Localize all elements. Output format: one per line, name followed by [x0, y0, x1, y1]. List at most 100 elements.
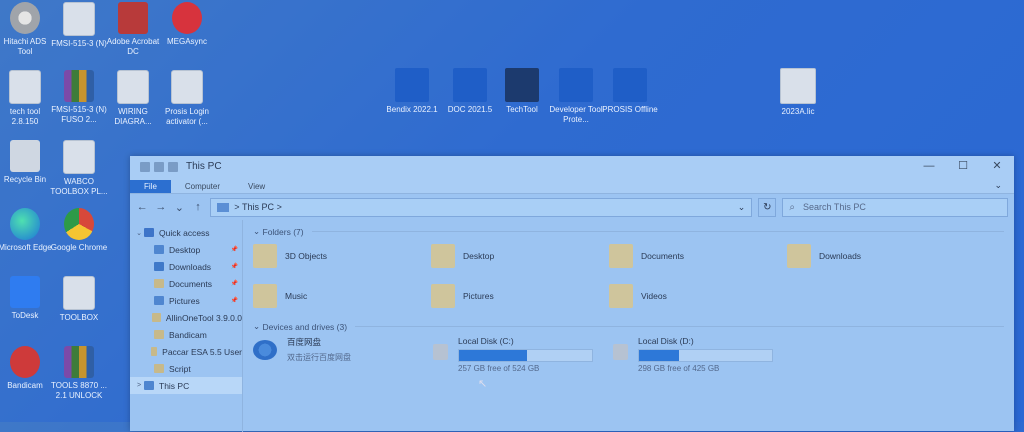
ribbon-expand-icon[interactable]: ⌄ [982, 180, 1014, 193]
folder-item[interactable]: 3D Objects [253, 241, 431, 271]
desktop-icon[interactable]: Hitachi ADS Tool [0, 2, 54, 57]
folder-item[interactable]: Videos [609, 281, 787, 311]
pin-icon: 📌 [230, 247, 238, 253]
desktop-icon[interactable]: PROSIS Offline [602, 68, 658, 115]
hard-drive-icon [433, 344, 448, 360]
minimize-button[interactable]: — [912, 156, 946, 177]
edge-icon [10, 208, 40, 240]
folder-label: Desktop [463, 251, 495, 261]
desktop-icon[interactable]: ToDesk [0, 276, 54, 321]
nav-item-label: Script [169, 363, 191, 374]
drive-name: Local Disk (C:) [458, 336, 514, 346]
drive-name: Local Disk (D:) [638, 336, 694, 346]
nav-item[interactable]: Script [130, 360, 242, 377]
desktop-icon[interactable]: Bendix 2022.1 [384, 68, 440, 115]
desktop-icon[interactable]: Recycle Bin [0, 140, 54, 185]
forward-button[interactable]: → [155, 201, 168, 213]
desktop-icon[interactable]: TechTool [494, 68, 550, 115]
desktop-icon[interactable]: Prosis Login activator (... [158, 70, 216, 127]
desktop-icon[interactable]: MEGAsync [158, 2, 216, 47]
folder-item[interactable]: Downloads [787, 241, 965, 271]
close-button[interactable]: ✕ [980, 156, 1014, 177]
title-bar: This PC — ☐ ✕ [130, 156, 1014, 177]
archive-icon [64, 70, 94, 102]
nav-item[interactable]: Downloads 📌 [130, 258, 242, 275]
refresh-button[interactable]: ↻ [758, 197, 777, 217]
techtool-icon [505, 68, 539, 102]
pin-icon: 📌 [230, 281, 238, 287]
desktop-icon-label: PROSIS Offline [602, 105, 658, 114]
nav-item-label: Documents [169, 278, 212, 289]
desktop-icon[interactable]: FMSI-515-3 (N) [50, 2, 108, 49]
folders-grid: 3D Objects Desktop Documents Downloads Music… [253, 241, 1004, 311]
desktop-icon[interactable]: WABCO TOOLBOX PL... [50, 140, 108, 197]
tab-file[interactable]: File [130, 180, 171, 193]
folder-item[interactable]: Documents [609, 241, 787, 271]
folder-icon [609, 244, 633, 268]
desktop-icon[interactable]: Bandicam [0, 346, 54, 391]
address-bar[interactable]: > This PC > ⌄ [210, 197, 753, 217]
desktop-icon-label: 2023A.lic [781, 107, 815, 116]
bandicam-icon [10, 346, 40, 378]
folder-label: Documents [641, 251, 684, 261]
tab-computer[interactable]: Computer [171, 180, 234, 193]
expand-chevron-icon[interactable]: ⌄ [134, 229, 144, 237]
desktop-icon[interactable]: TOOLS 8870 ... 2.1 UNLOCK [50, 346, 108, 401]
nav-item-label: Desktop [169, 244, 201, 255]
recent-locations-icon[interactable]: ⌄ [173, 201, 186, 214]
up-button[interactable]: ↑ [192, 201, 205, 213]
mouse-cursor-icon: ↖ [478, 378, 488, 390]
file-icon [117, 70, 149, 104]
new-folder-icon[interactable] [168, 161, 178, 172]
drive-item[interactable]: Local Disk (D:) 298 GB free of 425 GB [613, 336, 773, 373]
tab-view[interactable]: View [234, 180, 279, 193]
desktop-icon[interactable]: FMSI-515-3 (N) FUSO 2... [50, 70, 108, 125]
folder-icon [154, 364, 164, 373]
quick-access-toolbar[interactable] [140, 161, 178, 172]
nav-item[interactable]: AllinOneTool 3.9.0.0 [130, 309, 242, 326]
nav-item[interactable]: Desktop 📌 [130, 241, 242, 258]
maximize-button[interactable]: ☐ [946, 156, 980, 177]
expand-chevron-icon[interactable]: > [134, 382, 144, 389]
desktop-icon[interactable]: 2023A.lic [770, 68, 826, 117]
desktop-icon[interactable]: tech tool 2.8.150 [0, 70, 54, 127]
desktop-icon[interactable]: TOOLBOX [50, 276, 108, 323]
desktop-icon-label: Developer Tool Prote... [549, 105, 603, 124]
desktop-icon[interactable]: Developer Tool Prote... [548, 68, 604, 125]
desktop-icon-label: FMSI-515-3 (N) FUSO 2... [51, 105, 107, 124]
nav-item[interactable]: ⌄ Quick access [130, 224, 242, 241]
desktop-icon[interactable]: DOC 2021.5 [442, 68, 498, 115]
folder-item[interactable]: Desktop [431, 241, 609, 271]
search-input[interactable]: ⌕ Search This PC [782, 197, 1009, 217]
nav-item[interactable]: > This PC [130, 377, 242, 394]
pin-icon: 📌 [230, 298, 238, 304]
back-button[interactable]: ← [136, 201, 149, 213]
drive-item[interactable]: 百度网盘 双击运行百度网盘 [253, 336, 413, 373]
address-row: ← → ⌄ ↑ > This PC > ⌄ ↻ ⌕ Search This PC [130, 194, 1014, 220]
desktop-icon[interactable]: Microsoft Edge [0, 208, 54, 253]
doc-icon [453, 68, 487, 102]
folders-group-header[interactable]: ⌄ Folders (7) [253, 226, 1004, 237]
pc-icon [217, 202, 230, 212]
folder-icon [154, 279, 164, 288]
desktop-icon-label: MEGAsync [166, 37, 207, 46]
drive-item[interactable]: Local Disk (C:) 257 GB free of 524 GB [433, 336, 593, 373]
drive-free-space: 298 GB free of 425 GB [638, 364, 720, 373]
desktop-icon-label: Prosis Login activator (... [164, 107, 210, 126]
desktop-icon[interactable]: WIRING DIAGRA... [104, 70, 162, 127]
desktop-icon[interactable]: Adobe Acrobat DC [104, 2, 162, 57]
nav-item-label: Bandicam [169, 329, 207, 340]
file-icon [63, 276, 95, 310]
properties-icon[interactable] [154, 161, 164, 172]
folder-item[interactable]: Pictures [431, 281, 609, 311]
nav-item[interactable]: Documents 📌 [130, 275, 242, 292]
desktop-icon[interactable]: Google Chrome [50, 208, 108, 253]
nav-item[interactable]: Paccar ESA 5.5 User [130, 343, 242, 360]
drives-group-header[interactable]: ⌄ Devices and drives (3) [253, 321, 1004, 332]
folder-icon [150, 347, 158, 356]
nav-item[interactable]: Bandicam [130, 326, 242, 343]
address-dropdown-icon[interactable]: ⌄ [738, 202, 746, 213]
nav-item[interactable]: Pictures 📌 [130, 292, 242, 309]
desktop-icon-label: TechTool [506, 105, 538, 114]
folder-item[interactable]: Music [253, 281, 431, 311]
